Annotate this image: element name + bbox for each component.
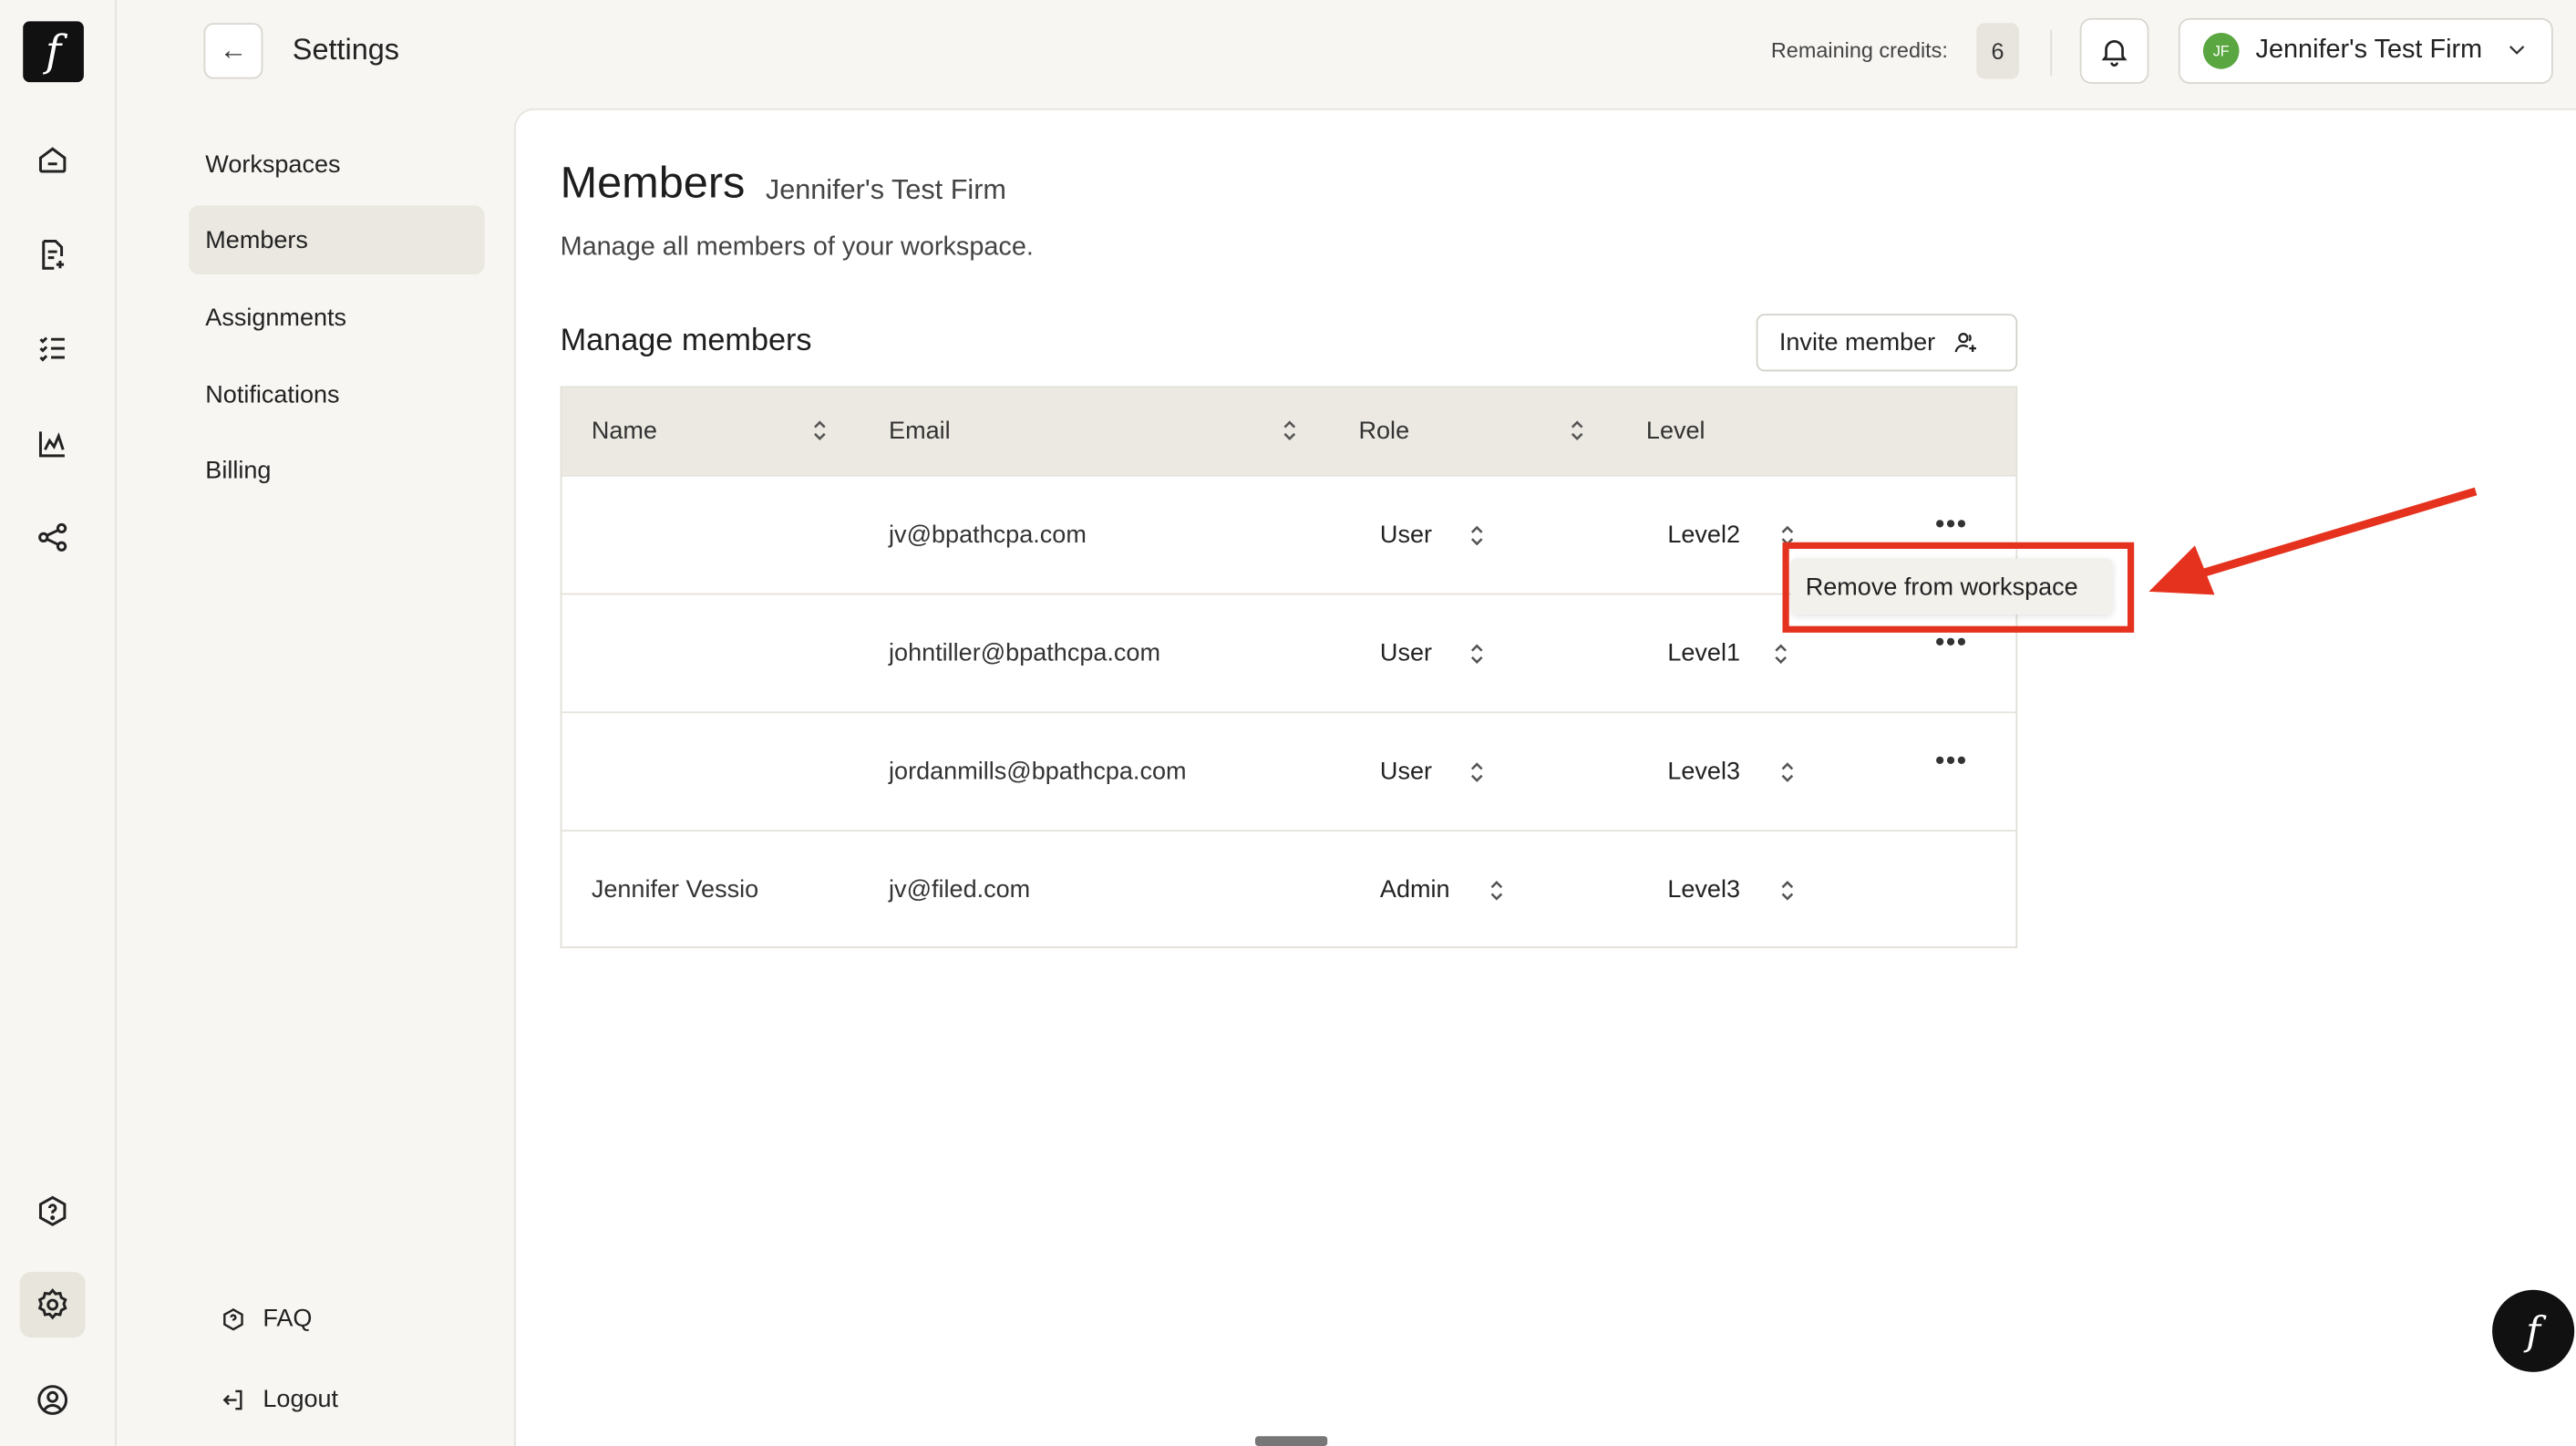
select-arrows-icon (1775, 644, 1787, 665)
highlight-box (1782, 542, 2135, 633)
icon-rail: f (0, 0, 117, 1446)
column-header-email[interactable]: Email (889, 418, 951, 446)
assistant-button[interactable]: f (2492, 1289, 2575, 1372)
app-logo[interactable]: f (23, 21, 84, 83)
firm-name: Jennifer's Test Firm (2255, 36, 2483, 65)
notifications-button[interactable] (2079, 17, 2149, 84)
member-email: jordanmills@bpathcpa.com (889, 757, 1187, 786)
role-select[interactable]: User (1380, 639, 1432, 667)
credits-badge: 6 (1976, 23, 2020, 79)
role-select[interactable]: User (1380, 758, 1432, 786)
row-menu-button[interactable]: ••• (1935, 629, 1968, 658)
level-select[interactable]: Level3 (1667, 876, 1740, 904)
firm-subtitle: Jennifer's Test Firm (765, 174, 1006, 206)
select-arrows-icon (1470, 644, 1483, 665)
select-arrows-icon (1470, 762, 1483, 782)
row-menu-button[interactable]: ••• (1935, 748, 1968, 777)
select-arrows-icon (1781, 881, 1794, 901)
back-button[interactable]: ← (203, 23, 263, 79)
add-user-icon (1954, 333, 1977, 353)
members-heading: Members (560, 158, 746, 208)
divider (2050, 29, 2053, 76)
row-menu-button[interactable]: ••• (1935, 511, 1968, 541)
sort-icon[interactable] (1282, 419, 1298, 442)
column-header-role[interactable]: Role (1359, 418, 1410, 446)
faq-icon (223, 1307, 243, 1330)
share-icon[interactable] (26, 511, 79, 564)
select-arrows-icon (1470, 525, 1483, 546)
table-row: Jennifer Vessio jv@filed.com Admin Level… (562, 830, 2016, 948)
page-title: Settings (292, 33, 400, 67)
logout-icon (222, 1389, 242, 1410)
role-select[interactable]: User (1380, 521, 1432, 549)
level-select[interactable]: Level1 (1667, 639, 1740, 667)
sort-icon[interactable] (811, 419, 828, 442)
logout-label: Logout (263, 1385, 339, 1413)
member-email: johntiller@bpathcpa.com (889, 639, 1161, 667)
member-email: jv@filed.com (889, 875, 1031, 904)
select-arrows-icon (1490, 881, 1503, 901)
column-header-name[interactable]: Name (592, 418, 657, 446)
nav-item-members[interactable]: Members (189, 205, 485, 274)
member-email: jv@bpathcpa.com (889, 521, 1087, 549)
nav-item-workspaces[interactable]: Workspaces (189, 129, 484, 199)
scrollbar[interactable] (1254, 1436, 1328, 1446)
annotation-arrow-icon (2148, 487, 2478, 595)
checklist-icon[interactable] (26, 322, 79, 375)
members-table: Name Email Role Level jv@bpathcpa.com Us… (560, 386, 2018, 948)
level-select[interactable]: Level2 (1667, 521, 1740, 549)
avatar: JF (2202, 33, 2240, 69)
table-row: jordanmills@bpathcpa.com User Level3 ••• (562, 711, 2016, 830)
select-arrows-icon (1781, 762, 1794, 782)
logout-link[interactable]: Logout (221, 1385, 339, 1413)
faq-link[interactable]: FAQ (221, 1305, 313, 1333)
document-icon[interactable] (26, 229, 79, 282)
chevron-down-icon (2509, 46, 2525, 55)
firm-selector[interactable]: JF Jennifer's Test Firm (2178, 17, 2553, 84)
page-description: Manage all members of your workspace. (560, 232, 1034, 262)
arrow-left-icon: ← (219, 34, 248, 67)
home-icon[interactable] (26, 133, 79, 186)
nav-item-notifications[interactable]: Notifications (189, 360, 484, 429)
credits-label: Remaining credits: (1770, 37, 1948, 63)
invite-label: Invite member (1778, 328, 1936, 357)
help-icon[interactable] (26, 1184, 79, 1237)
sort-icon[interactable] (1569, 419, 1585, 442)
member-name: Jennifer Vessio (591, 875, 759, 904)
nav-item-assignments[interactable]: Assignments (189, 283, 484, 352)
nav-item-billing[interactable]: Billing (189, 436, 484, 505)
chart-icon[interactable] (26, 418, 79, 470)
level-select[interactable]: Level3 (1667, 758, 1740, 786)
table-header: Name Email Role Level (562, 387, 2016, 475)
bell-icon (2101, 40, 2128, 67)
account-icon[interactable] (26, 1374, 79, 1427)
column-header-level: Level (1645, 417, 1705, 446)
settings-icon[interactable] (19, 1271, 86, 1338)
faq-label: FAQ (263, 1305, 313, 1333)
invite-member-button[interactable]: Invite member (1756, 314, 2018, 372)
section-title: Manage members (560, 324, 812, 358)
role-select[interactable]: Admin (1380, 876, 1450, 904)
